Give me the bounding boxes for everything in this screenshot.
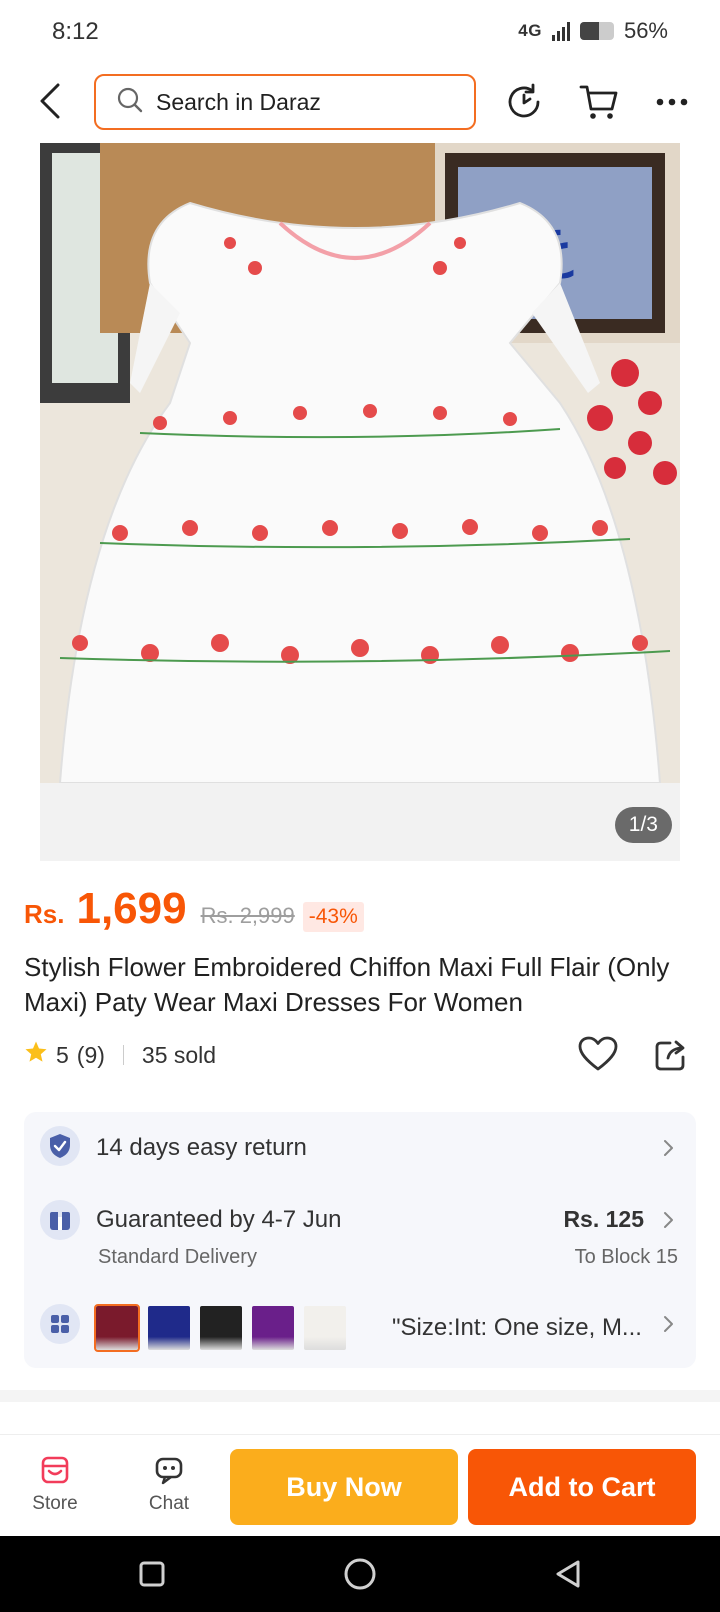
delivery-row[interactable]: Guaranteed by 4-7 Jun Standard Delivery … — [24, 1182, 696, 1282]
variant-thumbnail[interactable] — [304, 1306, 346, 1350]
status-time: 8:12 — [52, 18, 99, 45]
battery-percent: 56% — [623, 18, 668, 43]
network-type: 4G — [518, 21, 542, 40]
chevron-right-icon — [664, 1316, 673, 1332]
delivery-fee: Rs. 125 — [563, 1206, 644, 1232]
chat-icon — [155, 1457, 183, 1485]
variant-thumbnail[interactable] — [148, 1306, 190, 1350]
chat-button[interactable]: Chat — [124, 1435, 214, 1535]
store-label: Store — [32, 1493, 78, 1514]
more-icon[interactable] — [648, 78, 696, 126]
chevron-right-icon — [664, 1212, 673, 1228]
cart-icon[interactable] — [575, 78, 623, 126]
dress-photo: ع — [40, 143, 680, 861]
add-to-cart-button[interactable]: Add to Cart — [468, 1449, 696, 1525]
variant-thumbnail[interactable] — [252, 1306, 294, 1350]
discount-badge: -43% — [302, 902, 364, 932]
buy-now-button[interactable]: Buy Now — [230, 1449, 458, 1525]
system-navigation-bar — [0, 1536, 720, 1612]
return-text: 14 days easy return — [96, 1134, 307, 1161]
history-icon[interactable] — [500, 78, 548, 126]
star-icon — [24, 1040, 48, 1070]
return-policy-row[interactable]: 14 days easy return — [24, 1112, 696, 1182]
variant-thumbnail[interactable] — [200, 1306, 242, 1350]
rating-count: (9) — [76, 1041, 105, 1068]
status-indicators: 4G 56% — [518, 18, 668, 44]
variant-thumbnail[interactable] — [94, 1304, 140, 1352]
recent-apps-icon[interactable] — [132, 1554, 172, 1594]
back-arrow-icon[interactable] — [28, 76, 72, 126]
delivery-date: Guaranteed by 4-7 Jun — [96, 1206, 342, 1233]
package-icon — [40, 1200, 80, 1240]
bottom-action-bar: Store Chat Buy Now Add to Cart — [0, 1434, 720, 1536]
service-info-card: 14 days easy return Guaranteed by 4-7 Ju… — [24, 1112, 696, 1368]
variant-summary: "Size:Int: One size, M... — [392, 1314, 642, 1341]
section-separator — [0, 1390, 720, 1402]
battery-icon — [579, 22, 614, 40]
delivery-location: To Block 15 — [574, 1246, 678, 1268]
share-icon[interactable] — [654, 1038, 688, 1077]
home-icon[interactable] — [340, 1554, 380, 1594]
delivery-type: Standard Delivery — [98, 1246, 257, 1268]
shield-check-icon — [40, 1126, 80, 1166]
original-price: Rs. 2,999 — [200, 903, 295, 928]
chat-label: Chat — [148, 1493, 190, 1514]
chevron-right-icon — [664, 1140, 673, 1156]
signal-icon — [551, 21, 570, 41]
current-price: 1,699 — [76, 884, 187, 933]
divider — [122, 1045, 124, 1065]
store-button[interactable]: Store — [10, 1435, 100, 1535]
store-icon — [41, 1456, 69, 1484]
search-icon — [116, 86, 144, 119]
product-image[interactable]: ع 1/3 — [40, 143, 680, 861]
status-bar: 8:12 4G 56% — [0, 0, 720, 60]
grid-icon — [40, 1304, 80, 1344]
variant-thumbnails — [94, 1304, 346, 1352]
product-title: Stylish Flower Embroidered Chiffon Maxi … — [24, 952, 670, 1017]
price-row: Rs. 1,699 Rs. 2,999 -43% — [24, 884, 364, 934]
search-input[interactable]: Search in Daraz — [94, 74, 476, 130]
search-placeholder: Search in Daraz — [156, 88, 321, 115]
back-icon[interactable] — [548, 1554, 588, 1594]
image-counter: 1/3 — [614, 807, 672, 843]
wishlist-heart-icon[interactable] — [578, 1036, 618, 1077]
top-nav: Search in Daraz — [0, 70, 720, 132]
rating-row[interactable]: 5 (9) 35 sold — [24, 1040, 216, 1070]
price-currency: Rs. — [24, 899, 65, 929]
rating-score: 5 — [56, 1041, 69, 1068]
sold-count: 35 sold — [141, 1041, 217, 1068]
